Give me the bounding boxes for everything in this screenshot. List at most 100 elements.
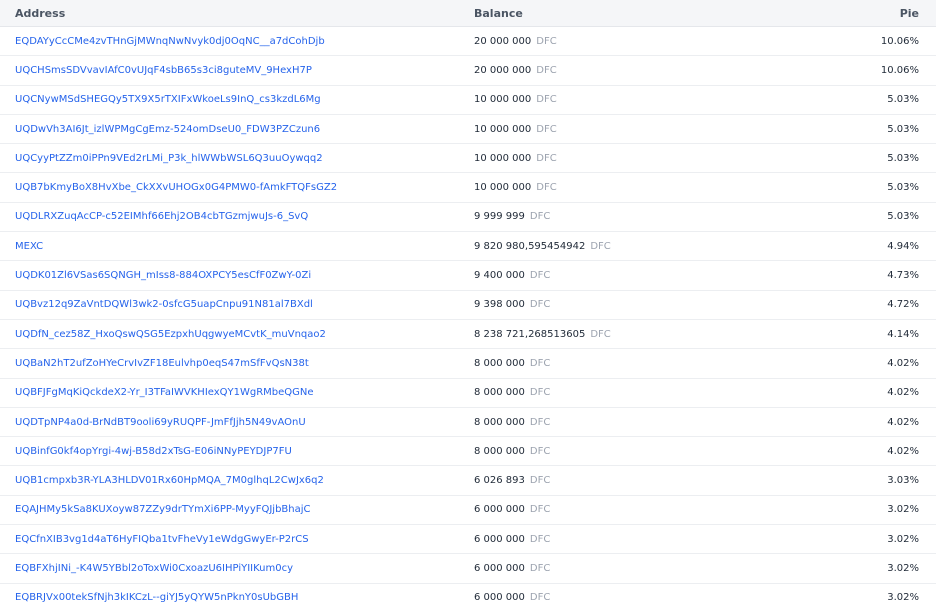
token-ticker: DFC	[529, 562, 551, 574]
table-header-row: Address Balance Pie	[0, 0, 936, 27]
address-link[interactable]: EQBRJVx00tekSfNjh3kIKCzL--giYJ5yQYW5nPkn…	[15, 592, 298, 603]
balance-cell: 8 000 000 DFC	[474, 436, 814, 467]
address-link[interactable]: EQCfnXIB3vg1d4aT6HyFIQba1tvFheVy1eWdgGwy…	[15, 534, 309, 545]
address-cell: UQDTpNP4a0d-BrNdBT9ooli69yRUQPF-JmFfJjh5…	[0, 407, 474, 438]
table-row: UQB1cmpxb3R-YLA3HLDV01Rx60HpMQA_7M0glhqL…	[0, 465, 936, 496]
address-cell: UQB7bKmyBoX8HvXbe_CkXXvUHOGx0G4PMW0-fAmk…	[0, 172, 474, 203]
table-row: UQBaN2hT2ufZoHYeCrvIvZF18Eulvhp0eqS47mSf…	[0, 348, 936, 379]
address-cell: UQCHSmsSDVvavIAfC0vUJqF4sbB65s3ci8guteMV…	[0, 55, 474, 86]
address-link[interactable]: UQBvz12q9ZaVntDQWl3wk2-0sfcG5uapCnpu91N8…	[15, 299, 313, 310]
balance-cell: 10 000 000 DFC	[474, 172, 814, 203]
holders-table-body: EQDAYyCcCMe4zvTHnGjMWnqNwNvyk0dj0OqNC__a…	[0, 26, 936, 612]
pie-share-cell: 4.14%	[814, 319, 936, 350]
address-cell: UQDfN_cez58Z_HxoQswQSG5EzpxhUqgwyeMCvtK_…	[0, 319, 474, 350]
table-row: EQBRJVx00tekSfNjh3kIKCzL--giYJ5yQYW5nPkn…	[0, 583, 936, 612]
token-ticker: DFC	[536, 94, 557, 106]
balance-cell: 9 820 980,595454942 DFC	[474, 231, 814, 262]
address-link[interactable]: UQCyyPtZZm0iPPn9VEd2rLMi_P3k_hlWWbWSL6Q3…	[15, 153, 323, 164]
table-row: UQDfN_cez58Z_HxoQswQSG5EzpxhUqgwyeMCvtK_…	[0, 319, 936, 350]
pie-share-cell: 4.72%	[814, 290, 936, 320]
balance-amount: 6 000 000	[474, 592, 525, 604]
address-cell: EQDAYyCcCMe4zvTHnGjMWnqNwNvyk0dj0OqNC__a…	[0, 26, 474, 57]
address-link[interactable]: EQBFXhjINi_-K4W5YBbl2oToxWi0CxoazU6IHPiY…	[15, 563, 293, 574]
address-cell: EQAJHMy5kSa8KUXoyw87ZZy9drTYmXi6PP-MyyFQ…	[0, 495, 474, 526]
address-link[interactable]: EQAJHMy5kSa8KUXoyw87ZZy9drTYmXi6PP-MyyFQ…	[15, 504, 311, 515]
token-ticker: DFC	[536, 35, 557, 47]
token-ticker: DFC	[590, 328, 611, 340]
pie-share-cell: 3.02%	[814, 495, 936, 526]
balance-cell: 9 999 999 DFC	[474, 202, 814, 233]
table-row: UQBinfG0kf4opYrgi-4wj-B58d2xTsG-E06iNNyP…	[0, 436, 936, 467]
balance-amount: 6 000 000	[474, 562, 525, 574]
table-row: EQCfnXIB3vg1d4aT6HyFIQba1tvFheVy1eWdgGwy…	[0, 524, 936, 555]
balance-cell: 6 000 000 DFC	[474, 553, 814, 584]
address-link[interactable]: UQDwVh3AI6Jt_izlWPMgCgEmz-524omDseU0_FDW…	[15, 124, 320, 135]
pie-share-cell: 3.02%	[814, 524, 936, 555]
pie-share-cell: 5.03%	[814, 85, 936, 115]
balance-cell: 20 000 000 DFC	[474, 26, 814, 57]
address-cell: UQBvz12q9ZaVntDQWl3wk2-0sfcG5uapCnpu91N8…	[0, 290, 474, 320]
table-row: UQDwVh3AI6Jt_izlWPMgCgEmz-524omDseU0_FDW…	[0, 114, 936, 145]
table-row: UQCHSmsSDVvavIAfC0vUJqF4sbB65s3ci8guteMV…	[0, 55, 936, 86]
balance-cell: 20 000 000 DFC	[474, 55, 814, 86]
balance-cell: 8 000 000 DFC	[474, 407, 814, 438]
address-link[interactable]: UQCHSmsSDVvavIAfC0vUJqF4sbB65s3ci8guteMV…	[15, 65, 312, 76]
address-link[interactable]: UQCNywMSdSHEGQy5TX9X5rTXIFxWkoeLs9InQ_cs…	[15, 94, 321, 105]
address-link[interactable]: MEXC	[15, 241, 43, 252]
token-ticker: DFC	[529, 445, 551, 457]
balance-amount: 8 000 000	[474, 445, 525, 457]
pie-share-cell: 4.02%	[814, 348, 936, 379]
address-link[interactable]: UQBinfG0kf4opYrgi-4wj-B58d2xTsG-E06iNNyP…	[15, 446, 292, 457]
token-ticker: DFC	[536, 64, 557, 76]
table-row: UQBFJFgMqKiQckdeX2-Yr_I3TFaIWVKHIexQY1Wg…	[0, 378, 936, 408]
address-link[interactable]: EQDAYyCcCMe4zvTHnGjMWnqNwNvyk0dj0OqNC__a…	[15, 36, 325, 47]
address-link[interactable]: UQDLRXZuqAcCP-c52EIMhf66Ehj2OB4cbTGzmjwu…	[15, 211, 308, 222]
balance-amount: 6 000 000	[474, 504, 525, 516]
token-ticker: DFC	[529, 416, 551, 428]
balance-amount: 20 000 000	[474, 64, 532, 76]
pie-share-cell: 4.02%	[814, 378, 936, 408]
address-link[interactable]: UQDTpNP4a0d-BrNdBT9ooli69yRUQPF-JmFfJjh5…	[15, 417, 306, 428]
address-cell: MEXC	[0, 231, 474, 262]
balance-cell: 9 400 000 DFC	[474, 260, 814, 291]
table-row: UQCNywMSdSHEGQy5TX9X5rTXIFxWkoeLs9InQ_cs…	[0, 85, 936, 115]
address-link[interactable]: UQDfN_cez58Z_HxoQswQSG5EzpxhUqgwyeMCvtK_…	[15, 329, 326, 340]
balance-amount: 8 000 000	[474, 416, 525, 428]
table-row: UQB7bKmyBoX8HvXbe_CkXXvUHOGx0G4PMW0-fAmk…	[0, 172, 936, 203]
token-ticker: DFC	[529, 592, 551, 604]
address-link[interactable]: UQBaN2hT2ufZoHYeCrvIvZF18Eulvhp0eqS47mSf…	[15, 358, 309, 369]
pie-share-cell: 5.03%	[814, 143, 936, 174]
token-ticker: DFC	[529, 504, 551, 516]
table-row: UQDK01Zl6VSas6SQNGH_mIss8-884OXPCY5esCfF…	[0, 260, 936, 291]
balance-cell: 6 000 000 DFC	[474, 583, 814, 612]
pie-share-cell: 10.06%	[814, 55, 936, 86]
balance-cell: 10 000 000 DFC	[474, 85, 814, 115]
balance-cell: 10 000 000 DFC	[474, 114, 814, 145]
balance-cell: 6 000 000 DFC	[474, 524, 814, 555]
table-row: EQDAYyCcCMe4zvTHnGjMWnqNwNvyk0dj0OqNC__a…	[0, 26, 936, 57]
balance-amount: 8 000 000	[474, 357, 525, 369]
table-row: EQBFXhjINi_-K4W5YBbl2oToxWi0CxoazU6IHPiY…	[0, 553, 936, 584]
address-cell: EQCfnXIB3vg1d4aT6HyFIQba1tvFheVy1eWdgGwy…	[0, 524, 474, 555]
address-cell: EQBFXhjINi_-K4W5YBbl2oToxWi0CxoazU6IHPiY…	[0, 553, 474, 584]
pie-share-cell: 10.06%	[814, 26, 936, 57]
address-column-header: Address	[0, 0, 474, 27]
balance-amount: 10 000 000	[474, 94, 532, 106]
balance-amount: 6 000 000	[474, 533, 525, 545]
address-link[interactable]: UQB1cmpxb3R-YLA3HLDV01Rx60HpMQA_7M0glhqL…	[15, 475, 324, 486]
table-row: UQDLRXZuqAcCP-c52EIMhf66Ehj2OB4cbTGzmjwu…	[0, 202, 936, 233]
balance-amount: 9 398 000	[474, 299, 525, 311]
address-cell: UQB1cmpxb3R-YLA3HLDV01Rx60HpMQA_7M0glhqL…	[0, 465, 474, 496]
balance-amount: 9 400 000	[474, 270, 525, 282]
address-cell: UQBaN2hT2ufZoHYeCrvIvZF18Eulvhp0eqS47mSf…	[0, 348, 474, 379]
balance-amount: 10 000 000	[474, 123, 532, 135]
address-link[interactable]: UQDK01Zl6VSas6SQNGH_mIss8-884OXPCY5esCfF…	[15, 270, 311, 281]
balance-amount: 8 000 000	[474, 387, 525, 399]
address-link[interactable]: UQBFJFgMqKiQckdeX2-Yr_I3TFaIWVKHIexQY1Wg…	[15, 387, 314, 398]
address-link[interactable]: UQB7bKmyBoX8HvXbe_CkXXvUHOGx0G4PMW0-fAmk…	[15, 182, 337, 193]
balance-column-header: Balance	[474, 0, 814, 27]
address-cell: UQCyyPtZZm0iPPn9VEd2rLMi_P3k_hlWWbWSL6Q3…	[0, 143, 474, 174]
pie-column-header: Pie	[814, 0, 936, 27]
address-cell: UQCNywMSdSHEGQy5TX9X5rTXIFxWkoeLs9InQ_cs…	[0, 85, 474, 115]
pie-share-cell: 3.03%	[814, 465, 936, 496]
